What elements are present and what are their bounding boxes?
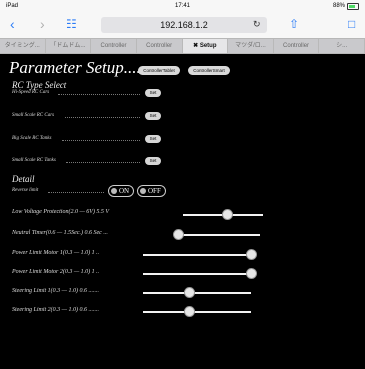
slider-label: Low Voltage Protection(2.0 — 6V) 5.5 V	[12, 209, 110, 215]
rc-type-label: Hi-Speed RC Cars	[12, 90, 50, 95]
battery-percent: 88%	[332, 3, 345, 9]
controller-smart-button[interactable]: ControllerSmart	[188, 66, 230, 75]
bookmarks-icon[interactable]: ☷	[66, 17, 77, 31]
share-icon[interactable]: ⇧	[289, 17, 299, 31]
detail-heading: Detail	[12, 174, 35, 184]
power-limit-1-slider[interactable]	[143, 254, 251, 256]
tab-1[interactable]: タイミング...	[0, 39, 46, 53]
slider-label: Steering Limit 2(0.3 — 1.0) 0.6 .......	[12, 307, 99, 313]
tab-7[interactable]: Controller	[274, 39, 320, 53]
tab-2[interactable]: 「ドムドム...	[46, 39, 92, 53]
slider-label: Steering Limit 1(0.3 — 1.0) 0.6 .......	[12, 288, 99, 294]
tab-6[interactable]: マツダ/ロ...	[228, 39, 274, 53]
slider-label: Neutral Timer(0.6 — 1.5Sec.) 0.6 Sec ...	[12, 230, 108, 236]
tab-8[interactable]: シ...	[319, 39, 365, 53]
reverse-off-toggle[interactable]: OFF	[137, 185, 166, 197]
slider-thumb[interactable]	[173, 229, 184, 240]
radio-icon	[111, 188, 117, 194]
power-limit-2-slider[interactable]	[143, 273, 251, 275]
page-content: Parameter Setup.... ControllerTablet Con…	[0, 54, 365, 369]
rc-type-label: Small Scale RC Tanks	[12, 158, 56, 163]
tab-3[interactable]: Controller	[91, 39, 137, 53]
clock: 17:41	[174, 3, 190, 9]
battery-icon	[347, 3, 359, 10]
reverse-limit-label: Reverse limit	[12, 188, 39, 193]
rc-type-label: Small Scale RC Cars	[12, 113, 55, 118]
rc-type-heading: RC Type Select	[12, 80, 67, 90]
forward-icon[interactable]: ›	[40, 17, 45, 31]
slider-thumb[interactable]	[246, 268, 257, 279]
tab-setup[interactable]: ✖ Setup	[182, 39, 229, 53]
status-bar: iPad 17:41 88%	[0, 0, 365, 12]
set-button[interactable]: Set	[145, 89, 161, 97]
url-text: 192.168.1.2	[160, 20, 208, 30]
back-icon[interactable]: ‹	[10, 17, 15, 31]
tab-strip: タイミング... 「ドムドム... Controller Controller …	[0, 38, 365, 54]
tab-4[interactable]: Controller	[137, 39, 183, 53]
slider-label: Power Limit Motor 2(0.3 — 1.0) 1 ..	[12, 269, 100, 275]
close-tab-icon[interactable]: ✖	[193, 43, 198, 49]
slider-label: Power Limit Motor 1(0.3 — 1.0) 1 ..	[12, 250, 100, 256]
set-button[interactable]: Set	[145, 157, 161, 165]
radio-icon	[140, 188, 146, 194]
steering-limit-2-slider[interactable]	[143, 311, 251, 313]
slider-thumb[interactable]	[184, 306, 196, 317]
rc-type-label: Big Scale RC Tanks	[12, 136, 52, 141]
slider-thumb[interactable]	[246, 249, 257, 260]
slider-thumb[interactable]	[184, 287, 196, 298]
set-button[interactable]: Set	[145, 112, 161, 120]
browser-toolbar: ‹ › ☷ 192.168.1.2 ↻ ⇧ □	[0, 12, 365, 38]
slider-thumb[interactable]	[222, 209, 233, 220]
address-bar[interactable]: 192.168.1.2	[101, 17, 267, 33]
page-title: Parameter Setup....	[9, 58, 141, 77]
steering-limit-1-slider[interactable]	[143, 292, 251, 294]
controller-tablet-button[interactable]: ControllerTablet	[138, 66, 180, 75]
neutral-timer-slider[interactable]	[178, 234, 260, 236]
tabs-icon[interactable]: □	[348, 17, 355, 31]
reverse-on-toggle[interactable]: ON	[108, 185, 135, 197]
set-button[interactable]: Set	[145, 135, 161, 143]
reload-icon[interactable]: ↻	[253, 19, 261, 30]
